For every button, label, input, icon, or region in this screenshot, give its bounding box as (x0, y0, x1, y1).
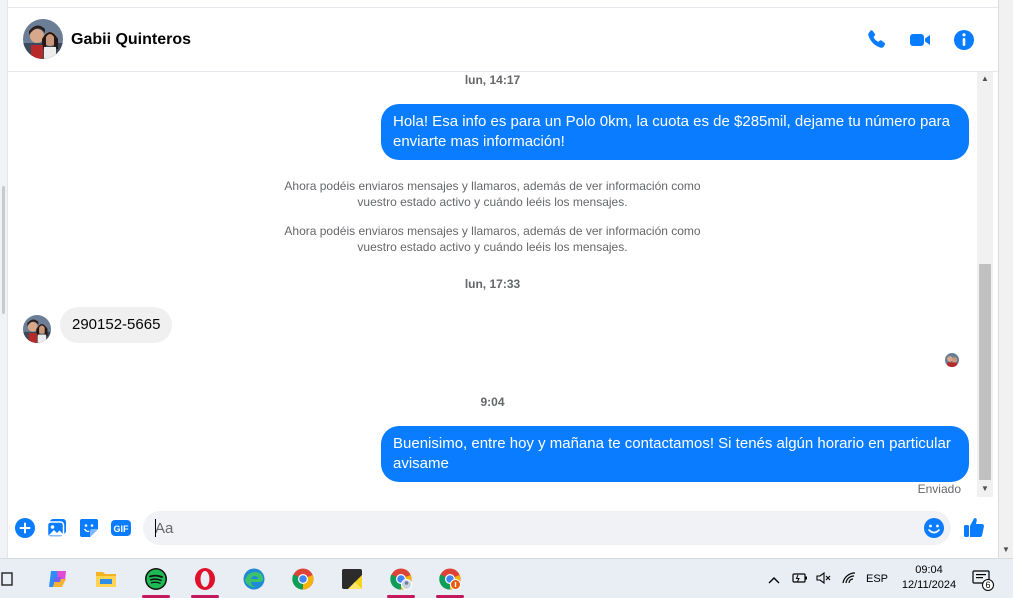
system-message-line: Ahora podéis enviaros mensajes y llamaro… (284, 224, 701, 238)
left-edge-marker (2, 186, 5, 314)
thread-scrollbar[interactable]: ▲ ▼ (977, 72, 993, 497)
contact-avatar[interactable] (23, 19, 63, 59)
notification-badge: 6 (982, 579, 994, 591)
battery-icon[interactable] (792, 572, 808, 587)
system-message-line: Ahora podéis enviaros mensajes y llamaro… (284, 179, 701, 193)
text-caret (155, 519, 156, 537)
phone-icon[interactable] (864, 28, 888, 52)
incoming-message[interactable]: 290152-5665 (60, 307, 173, 343)
contact-name[interactable]: Gabii Quinteros (71, 31, 191, 49)
page-scrollbar[interactable]: ▼ (998, 0, 1013, 558)
page-scroll-down-icon[interactable]: ▼ (1002, 546, 1010, 554)
wifi-icon[interactable] (842, 571, 856, 587)
clock-time: 09:04 (915, 564, 943, 576)
outgoing-message[interactable]: Buenisimo, entre hoy y mañana te contact… (381, 426, 969, 482)
file-explorer-icon[interactable] (86, 559, 126, 598)
system-tray: ESP (768, 559, 888, 598)
system-message: Ahora podéis enviaros mensajes y llamaro… (8, 178, 977, 210)
volume-muted-icon[interactable] (816, 571, 832, 587)
info-icon[interactable] (952, 28, 976, 52)
scroll-up-icon[interactable]: ▲ (981, 75, 989, 83)
gif-icon[interactable]: GIF (110, 517, 132, 539)
left-edge-panel (0, 0, 8, 558)
image-icon[interactable] (46, 517, 68, 539)
scroll-down-icon[interactable]: ▼ (981, 485, 989, 493)
outgoing-message[interactable]: Hola! Esa info es para un Polo 0km, la c… (381, 104, 969, 160)
spotify-icon[interactable] (136, 559, 176, 598)
message-composer: GIF (8, 500, 998, 556)
timestamp: lun, 17:33 (464, 277, 521, 291)
chrome-profile-1-icon[interactable] (381, 559, 421, 598)
messenger-window: ▼ Gabii Quinteros lun, 14:17 Hola! Esa i… (0, 0, 1013, 598)
edge-icon[interactable] (234, 559, 274, 598)
system-message-line: vuestro estado activo y cuándo leéis los… (357, 195, 628, 209)
gif-label: GIF (114, 524, 130, 534)
timestamp: lun, 14:17 (464, 73, 521, 87)
language-indicator[interactable]: ESP (866, 573, 888, 585)
message-status: Enviado (917, 482, 961, 496)
copilot-icon[interactable] (38, 559, 78, 598)
opera-icon[interactable] (185, 559, 225, 598)
clock-date: 12/11/2024 (901, 579, 957, 591)
task-view-icon[interactable] (0, 559, 26, 598)
system-message: Ahora podéis enviaros mensajes y llamaro… (8, 223, 977, 255)
message-input[interactable] (143, 511, 951, 545)
message-thread[interactable]: lun, 14:17 Hola! Esa info es para un Pol… (8, 72, 977, 500)
sticker-icon[interactable] (78, 517, 100, 539)
taskbar-clock[interactable]: 09:04 12/11/2024 (894, 563, 964, 593)
seen-receipt-avatar (945, 353, 959, 367)
chrome-profile-2-icon[interactable] (430, 559, 470, 598)
plus-icon[interactable] (14, 517, 36, 539)
scrollbar-thumb[interactable] (979, 264, 991, 480)
timestamp: 9:04 (480, 395, 505, 409)
sticky-notes-icon[interactable] (332, 559, 372, 598)
chrome-icon[interactable] (283, 559, 323, 598)
emoji-icon[interactable] (923, 517, 945, 539)
windows-taskbar: ESP 09:04 12/11/2024 6 (0, 558, 1013, 598)
chevron-up-icon[interactable] (768, 571, 782, 587)
like-icon[interactable] (962, 515, 986, 539)
sender-avatar[interactable] (23, 315, 51, 343)
system-message-line: vuestro estado activo y cuándo leéis los… (357, 240, 628, 254)
chat-header: Gabii Quinteros (8, 7, 998, 72)
video-camera-icon[interactable] (908, 28, 932, 52)
